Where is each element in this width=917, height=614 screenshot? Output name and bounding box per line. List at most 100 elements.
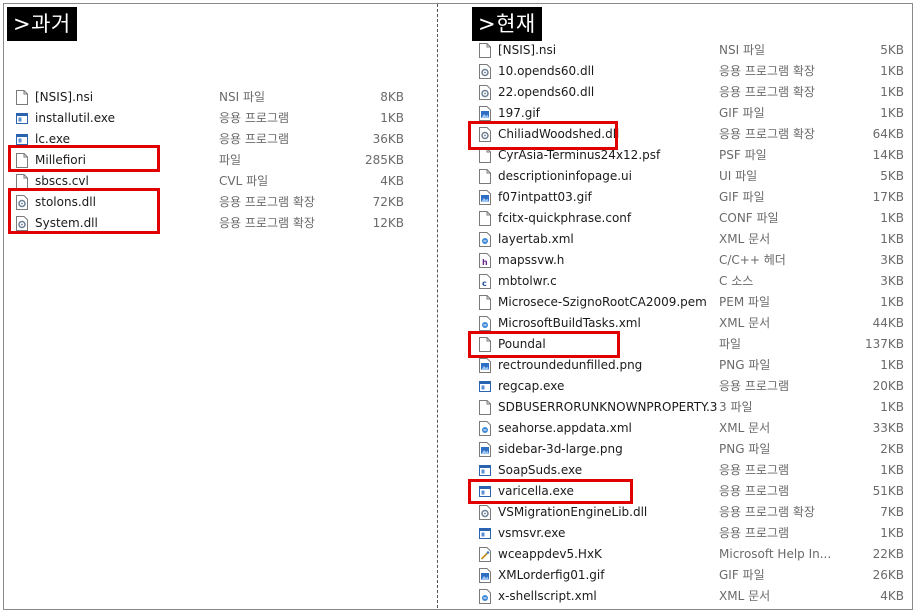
file-size: 8KB [380,90,404,104]
c-source-icon: c [479,274,491,289]
file-size: 3KB [880,274,904,288]
file-type: C/C++ 헤더 [719,253,786,267]
image-icon [479,442,491,457]
document-icon [479,400,491,415]
document-icon [479,295,491,310]
file-name: f07intpatt03.gif [498,190,592,204]
app-window-icon [479,379,491,394]
file-size: 2KB [880,442,904,456]
file-size: 3KB [880,253,904,267]
highlight-box [468,331,620,358]
file-name: x-shellscript.xml [498,589,597,603]
image-icon [479,106,491,121]
file-size: 12KB [372,216,404,230]
highlight-box [468,479,633,504]
highlight-box [8,188,160,234]
file-size: 1KB [880,295,904,309]
file-size: 14KB [872,148,904,162]
help-icon [479,547,491,562]
file-type: 응용 프로그램 [719,463,790,477]
app-window-icon [16,111,28,126]
file-name: Microsece-SzignoRootCA2009.pem [498,295,707,309]
file-name: rectroundedunfilled.png [498,358,643,372]
file-name: vsmsvr.exe [498,526,566,540]
file-size: 285KB [364,153,404,167]
dll-gear-icon [479,85,491,100]
file-size: 5KB [880,169,904,183]
file-type: Microsoft Help In... [719,547,832,561]
file-size: 1KB [380,111,404,125]
app-window-icon [479,463,491,478]
file-type: GIF 파일 [719,568,765,582]
file-size: 1KB [880,526,904,540]
file-size: 1KB [880,232,904,246]
panel-present: >현재 [NSIS].nsi NSI 파일 5KB 10.opends60.dll 응용… [438,0,914,614]
panel-label-past: >과거 [7,7,77,41]
file-size: 1KB [880,400,904,414]
highlight-box [468,121,618,150]
file-type: XML 문서 [719,232,771,246]
file-type: 응용 프로그램 확장 [219,195,315,209]
document-icon [16,90,28,105]
document-icon [479,43,491,58]
file-type: GIF 파일 [719,190,765,204]
file-name: regcap.exe [498,379,565,393]
xml-icon [479,316,491,331]
file-type: PSF 파일 [719,148,767,162]
file-type: 응용 프로그램 [219,132,290,146]
file-name: 10.opends60.dll [498,64,595,78]
file-type: GIF 파일 [719,106,765,120]
file-type: 응용 프로그램 확장 [719,505,815,519]
file-type: 응용 프로그램 확장 [719,127,815,141]
dll-gear-icon [479,505,491,520]
file-name: installutil.exe [35,111,115,125]
file-type: XML 문서 [719,589,771,603]
app-window-icon [479,526,491,541]
file-type: NSI 파일 [219,90,266,104]
file-type: 응용 프로그램 [719,526,790,540]
xml-icon [479,589,491,604]
file-size: 36KB [372,132,404,146]
file-type: NSI 파일 [719,43,766,57]
file-type: 응용 프로그램 확장 [219,216,315,230]
file-type: 응용 프로그램 [719,484,790,498]
file-size: 33KB [872,421,904,435]
file-type: 응용 프로그램 [219,111,290,125]
file-size: 1KB [880,358,904,372]
dll-gear-icon [479,64,491,79]
document-icon [479,169,491,184]
file-size: 51KB [872,484,904,498]
file-size: 1KB [880,106,904,120]
file-name: wceappdev5.HxK [498,547,602,561]
file-type: 응용 프로그램 확장 [719,85,815,99]
file-name: [NSIS].nsi [35,90,94,104]
image-icon [479,190,491,205]
file-size: 1KB [880,64,904,78]
highlight-box [8,145,160,172]
svg-text:h: h [482,258,488,267]
file-name: sidebar-3d-large.png [498,442,623,456]
file-size: 1KB [880,211,904,225]
file-name: mbtolwr.c [498,274,557,288]
file-name: SoapSuds.exe [498,463,583,477]
file-size: 4KB [880,589,904,603]
header-h-icon: h [479,253,491,268]
file-name: seahorse.appdata.xml [498,421,632,435]
file-name: SDBUSERRORUNKNOWNPROPERTY.3 [498,400,718,414]
file-name: VSMigrationEngineLib.dll [498,505,648,519]
file-name: mapssvw.h [498,253,565,267]
document-icon [16,174,28,189]
file-name: descriptioninfopage.ui [498,169,632,183]
svg-text:c: c [482,279,487,288]
image-icon [479,568,491,583]
file-name: fcitx-quickphrase.conf [498,211,632,225]
file-size: 72KB [372,195,404,209]
file-size: 4KB [380,174,404,188]
file-type: PNG 파일 [719,358,771,372]
file-size: 7KB [880,505,904,519]
file-size: 22KB [872,547,904,561]
file-type: C 소스 [719,274,754,288]
file-name: XMLorderfig01.gif [498,568,605,582]
file-type: CVL 파일 [219,174,269,188]
file-size: 137KB [864,337,904,351]
